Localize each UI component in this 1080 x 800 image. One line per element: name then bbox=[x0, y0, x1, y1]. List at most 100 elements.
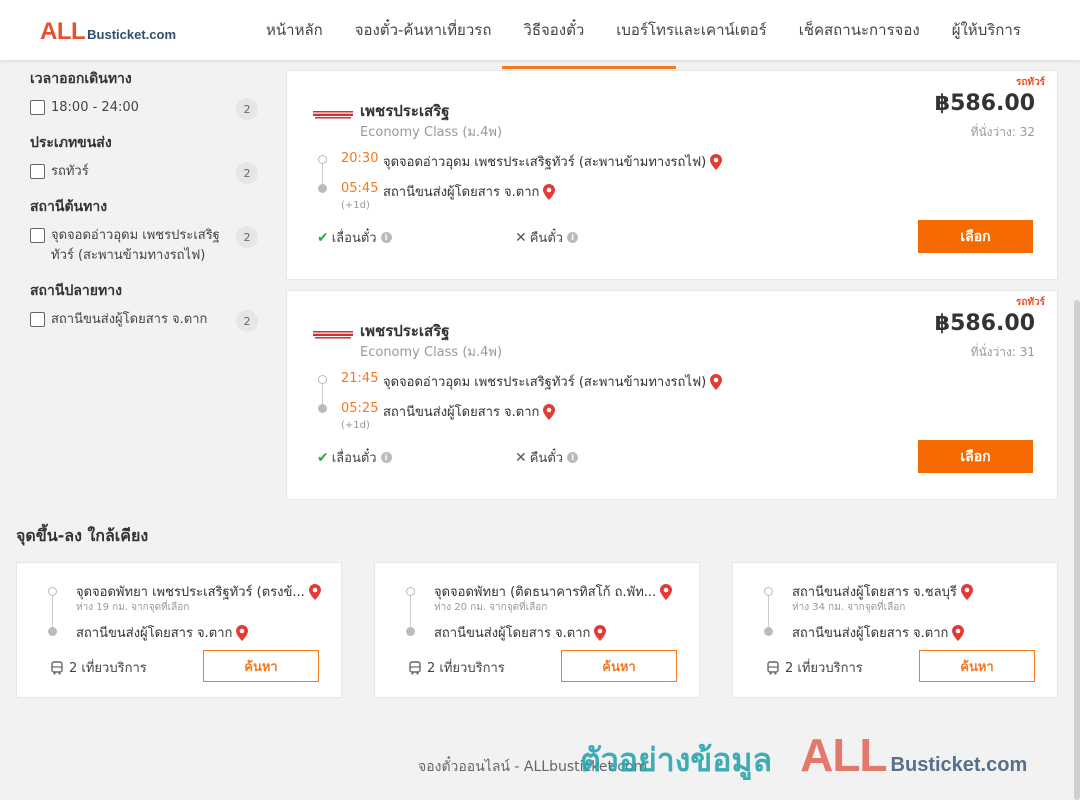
map-pin-icon[interactable] bbox=[660, 583, 673, 600]
nearby-destination[interactable]: สถานีขนส่งผู้โดยสาร จ.ตาก bbox=[76, 622, 249, 643]
nearby-trip-count: 2 เที่ยวบริการ bbox=[50, 657, 147, 678]
trip-count-label: 2 เที่ยวบริการ bbox=[427, 661, 505, 676]
map-pin-icon[interactable] bbox=[543, 183, 556, 200]
filter-label: สถานีขนส่งผู้โดยสาร จ.ตาก bbox=[51, 312, 208, 327]
filter-option[interactable]: 18:00 - 24:00 2 bbox=[30, 98, 260, 120]
nearby-origin-label: จุดจอดพัทยา เพชรประเสริฐทัวร์ (ตรงข้... bbox=[76, 585, 305, 600]
transport-tag: รถทัวร์ bbox=[1015, 77, 1045, 88]
departure-stop[interactable]: จุดจอดอ่าวอุดม เพชรประเสริฐทัวร์ (สะพานข… bbox=[383, 371, 723, 392]
check-icon: ✔ bbox=[317, 449, 329, 466]
origin-dot-icon bbox=[764, 587, 773, 596]
nav-item-how-to-book[interactable]: วิธีจองตั๋ว bbox=[507, 18, 600, 42]
map-pin-icon[interactable] bbox=[710, 153, 723, 170]
bus-icon bbox=[767, 660, 779, 675]
filter-checkbox[interactable] bbox=[30, 312, 45, 327]
filter-label: รถทัวร์ bbox=[51, 164, 89, 179]
departure-stop[interactable]: จุดจอดอ่าวอุดม เพชรประเสริฐทัวร์ (สะพานข… bbox=[383, 151, 723, 172]
filter-group-time: เวลาออกเดินทาง 18:00 - 24:00 2 bbox=[30, 68, 260, 120]
nearby-origin[interactable]: จุดจอดพัทยา (ติดธนาคารทิสโก้ ถ.พัท... bbox=[434, 581, 673, 602]
filter-checkbox[interactable] bbox=[30, 164, 45, 179]
cross-icon: ✕ bbox=[515, 229, 527, 246]
filter-title: ประเภทขนส่ง bbox=[30, 135, 112, 151]
count-badge: 2 bbox=[236, 226, 258, 248]
filter-option[interactable]: สถานีขนส่งผู้โดยสาร จ.ตาก 2 bbox=[30, 310, 260, 332]
trip-count-label: 2 เที่ยวบริการ bbox=[785, 661, 863, 676]
ticket-price: ฿586.00 bbox=[934, 311, 1035, 336]
nav-item-booking[interactable]: จองตั๋ว-ค้นหาเที่ยวรถ bbox=[339, 18, 508, 42]
destination-dot-icon bbox=[764, 627, 773, 636]
filter-title: สถานีต้นทาง bbox=[30, 199, 108, 215]
map-pin-icon[interactable] bbox=[236, 624, 249, 641]
map-pin-icon[interactable] bbox=[594, 624, 607, 641]
logo-rest-text: Busticket.com bbox=[87, 27, 177, 42]
info-icon[interactable]: i bbox=[380, 452, 392, 463]
destination-dot-icon bbox=[318, 404, 327, 413]
map-pin-icon[interactable] bbox=[308, 583, 321, 600]
nav-item-home[interactable]: หน้าหลัก bbox=[250, 18, 339, 42]
count-badge: 2 bbox=[236, 98, 258, 120]
departure-time: 20:30 bbox=[341, 151, 379, 166]
nearby-search-button[interactable]: ค้นหา bbox=[561, 650, 677, 682]
bus-class: Economy Class (ม.4พ) bbox=[360, 345, 503, 360]
nav-item-contacts[interactable]: เบอร์โทรและเคาน์เตอร์ bbox=[600, 18, 782, 42]
map-pin-icon[interactable] bbox=[952, 624, 965, 641]
arrival-time: 05:25 bbox=[341, 401, 379, 416]
nearby-origin[interactable]: จุดจอดพัทยา เพชรประเสริฐทัวร์ (ตรงข้... bbox=[76, 581, 321, 602]
nearby-origin[interactable]: สถานีขนส่งผู้โดยสาร จ.ชลบุรี bbox=[792, 581, 973, 602]
footer-text: จองตั๋วออนไลน์ - ALLbusticket.com bbox=[418, 759, 648, 775]
check-icon: ✔ bbox=[317, 229, 329, 246]
postpone-feature: ✔ เลื่อนตั๋ว i bbox=[317, 447, 392, 468]
site-logo[interactable]: ALL Busticket.com bbox=[40, 18, 176, 46]
filter-option[interactable]: จุดจอดอ่าวอุดม เพชรประเสริฐทัวร์ (สะพานข… bbox=[30, 226, 260, 266]
map-pin-icon[interactable] bbox=[960, 583, 973, 600]
filter-checkbox[interactable] bbox=[30, 100, 45, 115]
seats-available: ที่นั่งว่าง: 31 bbox=[970, 345, 1035, 359]
nearby-destination-label: สถานีขนส่งผู้โดยสาร จ.ตาก bbox=[434, 626, 591, 641]
trip-count-label: 2 เที่ยวบริการ bbox=[69, 661, 147, 676]
filter-checkbox[interactable] bbox=[30, 228, 45, 243]
postpone-label: เลื่อนตั๋ว bbox=[331, 231, 377, 246]
info-icon[interactable]: i bbox=[567, 452, 579, 463]
departure-stop-label: จุดจอดอ่าวอุดม เพชรประเสริฐทัวร์ (สะพานข… bbox=[383, 155, 707, 170]
filter-option[interactable]: รถทัวร์ 2 bbox=[30, 162, 260, 184]
map-pin-icon[interactable] bbox=[710, 373, 723, 390]
info-icon[interactable]: i bbox=[567, 232, 579, 243]
route-line bbox=[410, 593, 411, 631]
operator-name: เพชรประเสริฐ bbox=[360, 102, 450, 120]
nearby-origin-label: สถานีขนส่งผู้โดยสาร จ.ชลบุรี bbox=[792, 585, 957, 600]
nearby-search-button[interactable]: ค้นหา bbox=[203, 650, 319, 682]
nearby-card: จุดจอดพัทยา เพชรประเสริฐทัวร์ (ตรงข้... … bbox=[16, 562, 342, 698]
select-trip-button[interactable]: เลือก bbox=[918, 220, 1033, 253]
map-pin-icon[interactable] bbox=[543, 403, 556, 420]
nav-item-operators[interactable]: ผู้ให้บริการ bbox=[936, 18, 1037, 42]
nearby-section-title: จุดขึ้น-ลง ใกล้เคียง bbox=[16, 526, 149, 545]
info-icon[interactable]: i bbox=[380, 232, 392, 243]
postpone-label: เลื่อนตั๋ว bbox=[331, 451, 377, 466]
nearby-card: จุดจอดพัทยา (ติดธนาคารทิสโก้ ถ.พัท... ห่… bbox=[374, 562, 700, 698]
nearby-distance: ห่าง 34 กม. จากจุดที่เลือก bbox=[792, 602, 906, 613]
nav-item-check-status[interactable]: เช็คสถานะการจอง bbox=[783, 18, 936, 42]
arrival-stop[interactable]: สถานีขนส่งผู้โดยสาร จ.ตาก bbox=[383, 401, 556, 422]
count-badge: 2 bbox=[236, 162, 258, 184]
nearby-destination[interactable]: สถานีขนส่งผู้โดยสาร จ.ตาก bbox=[792, 622, 965, 643]
logo-all-text: ALL bbox=[40, 18, 86, 45]
select-trip-button[interactable]: เลือก bbox=[918, 440, 1033, 473]
route-line bbox=[52, 593, 53, 631]
bus-class: Economy Class (ม.4พ) bbox=[360, 125, 503, 140]
postpone-feature: ✔ เลื่อนตั๋ว i bbox=[317, 227, 392, 248]
active-nav-underline bbox=[502, 66, 676, 69]
page-scrollbar[interactable] bbox=[1074, 300, 1080, 800]
origin-dot-icon bbox=[406, 587, 415, 596]
operator-name: เพชรประเสริฐ bbox=[360, 322, 450, 340]
arrival-stop-label: สถานีขนส่งผู้โดยสาร จ.ตาก bbox=[383, 405, 540, 420]
arrival-stop[interactable]: สถานีขนส่งผู้โดยสาร จ.ตาก bbox=[383, 181, 556, 202]
arrival-time: 05:45 bbox=[341, 181, 379, 196]
ticket-price: ฿586.00 bbox=[934, 91, 1035, 116]
filter-label: 18:00 - 24:00 bbox=[51, 100, 139, 115]
operator-logo-icon bbox=[313, 331, 353, 339]
cross-icon: ✕ bbox=[515, 449, 527, 466]
watermark-logo-all: ALL bbox=[800, 729, 887, 781]
nearby-destination[interactable]: สถานีขนส่งผู้โดยสาร จ.ตาก bbox=[434, 622, 607, 643]
nearby-search-button[interactable]: ค้นหา bbox=[919, 650, 1035, 682]
top-header: ALL Busticket.com หน้าหลัก จองตั๋ว-ค้นหา… bbox=[0, 0, 1080, 60]
